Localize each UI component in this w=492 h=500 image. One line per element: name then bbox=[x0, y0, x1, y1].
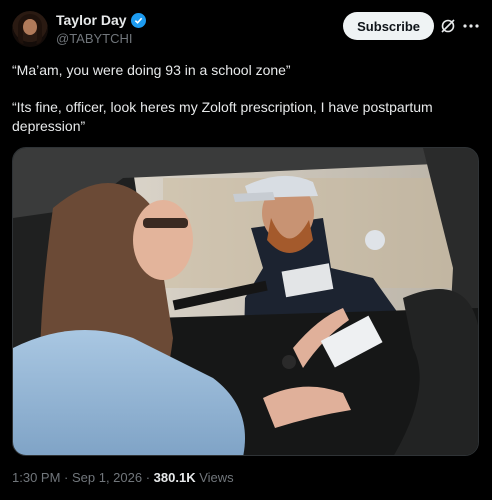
avatar[interactable] bbox=[12, 11, 48, 47]
post-date[interactable]: Sep 1, 2026 bbox=[72, 470, 142, 485]
more-icon[interactable] bbox=[462, 18, 480, 34]
tweet-meta: 1:30 PM · Sep 1, 2026 · 380.1K Views bbox=[12, 470, 234, 485]
author-info: Taylor Day @TABYTCHI bbox=[56, 12, 146, 46]
grok-icon[interactable] bbox=[440, 18, 456, 34]
tweet-media-photo[interactable] bbox=[12, 147, 479, 456]
tweet-text-line-2: “Its fine, officer, look heres my Zoloft… bbox=[12, 99, 433, 134]
meta-separator: · bbox=[60, 470, 72, 485]
display-name[interactable]: Taylor Day bbox=[56, 12, 127, 28]
meta-separator: · bbox=[142, 470, 154, 485]
tweet-text-line-1: “Ma’am, you were doing 93 in a school zo… bbox=[12, 62, 291, 78]
photo-illustration bbox=[13, 148, 478, 455]
views-label: Views bbox=[195, 470, 234, 485]
post-time[interactable]: 1:30 PM bbox=[12, 470, 60, 485]
view-count[interactable]: 380.1K bbox=[154, 470, 196, 485]
subscribe-button[interactable]: Subscribe bbox=[343, 12, 434, 40]
verified-badge-icon bbox=[130, 12, 146, 28]
tweet-header: Taylor Day @TABYTCHI Subscribe bbox=[12, 10, 482, 50]
handle[interactable]: @TABYTCHI bbox=[56, 31, 146, 46]
